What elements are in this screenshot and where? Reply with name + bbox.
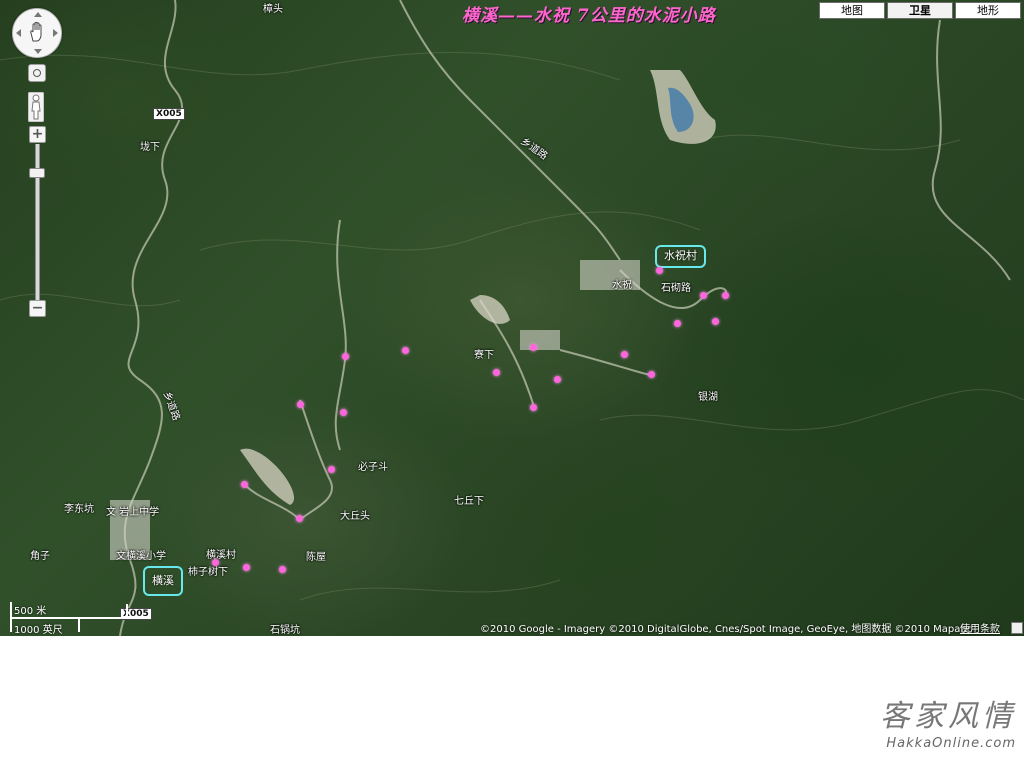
watermark-url: HakkaOnline.com [886,736,1016,751]
place-label: 七丘下 [454,496,484,507]
route-marker [700,292,707,299]
pan-right-icon[interactable] [53,29,58,37]
highlighted-place-hengxi: 横溪 [143,566,183,596]
place-label: 垅下 [140,142,160,153]
place-label: 李东坑 [64,504,94,515]
route-marker [554,376,561,383]
route-marker [493,369,500,376]
route-marker [648,371,655,378]
place-label: 大丘头 [340,511,370,522]
scale-imperial-label: 1000 英尺 [14,625,63,636]
place-label: 角子 [30,551,50,562]
route-marker [530,404,537,411]
route-marker [621,351,628,358]
map-type-satellite-button[interactable]: 卫星 [887,2,953,19]
zoom-slider-thumb[interactable] [29,168,45,178]
scale-bar-tick [10,602,12,632]
place-label: 必子斗 [358,462,388,473]
rotate-icon[interactable] [28,64,46,82]
place-label: 陈屋 [306,552,326,563]
map-type-selector: 地图 卫星 地形 [819,2,1023,19]
place-label: 柿子树下 [188,567,228,578]
place-label: 石砌路 [661,283,691,294]
route-marker [297,401,304,408]
place-label: 文 岩上中学 [106,507,160,518]
hand-icon [30,21,42,42]
route-marker [342,353,349,360]
map-title: 横溪——水祝 7公里的水泥小路 [462,6,716,26]
pan-down-icon[interactable] [34,49,42,54]
place-label: 樟头 [263,4,283,15]
zoom-in-button[interactable]: + [29,126,46,143]
road-shield: X005 [153,108,185,120]
route-marker [402,347,409,354]
site-watermark: 客家风情 HakkaOnline.com [880,699,1016,752]
watermark-chinese: 客家风情 [880,699,1016,734]
satellite-map[interactable]: 横溪——水祝 7公里的水泥小路 地图 卫星 地形 + − X005 X005 乡… [0,0,1024,636]
pan-left-icon[interactable] [16,29,21,37]
route-marker [328,466,335,473]
pan-up-icon[interactable] [34,12,42,17]
route-marker [279,566,286,573]
route-marker [712,318,719,325]
scale-bar-tick [126,604,128,618]
place-label: 文横溪小学 [116,551,166,562]
place-label: 横溪村 [206,550,236,561]
route-marker [241,481,248,488]
place-label: 水祝 [612,280,632,291]
route-marker [296,515,303,522]
route-marker [656,267,663,274]
terms-of-use-link[interactable]: 使用条款 [960,620,1000,635]
route-marker [530,344,537,351]
scale-bar-tick [78,618,80,632]
place-label: 银湖 [698,392,718,403]
route-marker [212,559,219,566]
route-marker [674,320,681,327]
scale-bar: 500 米 1000 英尺 [8,600,138,636]
scale-bar-line [10,617,128,619]
resize-corner-icon[interactable] [1011,622,1023,634]
place-label: 石锅坑 [270,625,300,636]
map-type-terrain-button[interactable]: 地形 [955,2,1021,19]
scale-metric-label: 500 米 [14,606,47,617]
place-label: 寮下 [474,350,494,361]
map-copyright: ©2010 Google - Imagery ©2010 DigitalGlob… [480,624,980,635]
route-marker [340,409,347,416]
highlighted-place-shuizhucun: 水祝村 [655,245,706,268]
pan-control[interactable] [12,8,62,58]
map-type-map-button[interactable]: 地图 [819,2,885,19]
terrain-overlay [0,0,1024,636]
zoom-out-button[interactable]: − [29,300,46,317]
route-marker [243,564,250,571]
route-marker [722,292,729,299]
pegman-icon[interactable] [28,92,44,122]
